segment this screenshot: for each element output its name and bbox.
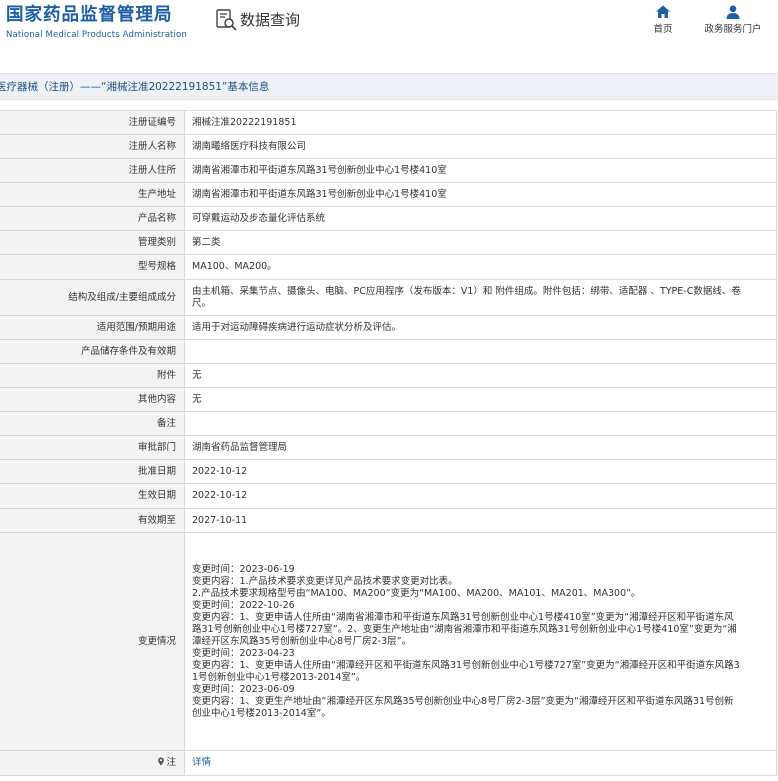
table-row: 注 详情 — [0, 750, 777, 776]
field-value: 由主机箱、采集节点、摄像头、电脑、PC应用程序（发布版本：V1）和 附件组成。附… — [184, 279, 777, 316]
change-line: 变更内容：1、变更生产地址由“湘潭经开区东风路35号创新创业中心8号厂房2-3层… — [192, 695, 734, 707]
field-value: 适用于对运动障碍疾病进行运动症状分析及评估。 — [184, 315, 777, 340]
home-icon — [656, 5, 670, 18]
field-value: 湖南省药品监督管理局 — [184, 435, 777, 460]
table-row: 其他内容 无 — [0, 387, 777, 412]
change-line: 2.产品技术要求规格型号由“MA100、MA200”变更为“MA100、MA20… — [192, 587, 641, 599]
field-value: 湖南曦络医疗科技有限公司 — [184, 134, 777, 159]
table-row: 审批部门 湖南省药品监督管理局 — [0, 435, 777, 460]
field-label: 结构及组成/主要组成成分 — [0, 279, 185, 316]
field-label: 管理类别 — [0, 230, 185, 255]
table-row: 适用范围/预期用途 适用于对运动障碍疾病进行运动症状分析及评估。 — [0, 315, 777, 340]
field-label: 型号规格 — [0, 254, 185, 280]
table-row: 型号规格 MA100、MA200。 — [0, 254, 777, 280]
field-value: 2027-10-11 — [184, 508, 777, 533]
site-header: 国家药品监督管理局 National Medical Products Admi… — [0, 0, 778, 62]
table-row: 附件 无 — [0, 363, 777, 388]
field-value: 2022-10-12 — [184, 459, 777, 484]
table-row: 注册人住所 湖南省湘潭市和平街道东风路31号创新创业中心1号楼410室 — [0, 158, 777, 183]
field-label: 附件 — [0, 363, 185, 388]
field-value: 无 — [184, 387, 777, 412]
table-row: 注册人名称 湖南曦络医疗科技有限公司 — [0, 134, 777, 159]
table-row: 产品名称 可穿戴运动及步态量化评估系统 — [0, 206, 777, 231]
field-label: 其他内容 — [0, 387, 185, 412]
field-value: 可穿戴运动及步态量化评估系统 — [184, 206, 777, 231]
table-row: 有效期至 2027-10-11 — [0, 508, 777, 533]
table-row: 备注 — [0, 411, 777, 436]
nav-gov-service-portal[interactable]: 政务服务门户 — [700, 4, 766, 36]
field-label: 审批部门 — [0, 435, 185, 460]
location-pin-icon — [158, 757, 165, 766]
table-row: 管理类别 第二类 — [0, 230, 777, 255]
details-link[interactable]: 详情 — [192, 757, 211, 768]
change-history: 变更时间：2023-06-19 变更内容：1.产品技术要求变更详见产品技术要求变… — [184, 532, 777, 751]
field-value: 湘械注准20222191851 — [184, 110, 777, 135]
table-row: 批准日期 2022-10-12 — [0, 459, 777, 484]
note-label-cell: 注 — [0, 750, 185, 776]
note-label: 注 — [166, 757, 176, 768]
field-label: 注册人名称 — [0, 134, 185, 159]
field-value: 湖南省湘潭市和平街道东风路31号创新创业中心1号楼410室 — [184, 158, 777, 183]
change-line: 1号创新创业中心1号楼2013-2014室”。 — [192, 671, 366, 683]
change-line: 潭经开区东风路35号创新创业中心8号厂房2-3层”。 — [192, 635, 412, 647]
breadcrumb-bar: 医疗器械（注册）——“湘械注准20222191851”基本信息 — [0, 73, 778, 100]
change-line: 变更时间：2022-10-26 — [192, 599, 295, 611]
user-icon — [726, 5, 740, 19]
field-label: 有效期至 — [0, 508, 185, 533]
field-value — [184, 339, 777, 364]
field-value: MA100、MA200。 — [184, 254, 777, 280]
change-line: 变更时间：2023-06-09 — [192, 683, 295, 695]
field-value: 湖南省湘潭市和平街道东风路31号创新创业中心1号楼410室 — [184, 182, 777, 207]
note-value: 详情 — [184, 750, 777, 776]
field-label: 备注 — [0, 411, 185, 436]
change-line: 变更内容：1、变更申请人住所由“湖南省湘潭市和平街道东风路31号创新创业中心1号… — [192, 611, 734, 623]
change-line: 路31号创新创业中心1号楼727室”。2、变更生产地址由“湖南省湘潭市和平街道东… — [192, 623, 737, 635]
table-row: 生产地址 湖南省湘潭市和平街道东风路31号创新创业中心1号楼410室 — [0, 182, 777, 207]
change-line: 变更时间：2023-04-23 — [192, 647, 295, 659]
change-line: 变更时间：2023-06-19 — [192, 563, 295, 575]
document-search-icon — [216, 9, 237, 31]
field-label: 批准日期 — [0, 459, 185, 484]
field-value-line: 由主机箱、采集节点、摄像头、电脑、PC应用程序（发布版本：V1）和 附件组成。附… — [192, 285, 741, 297]
data-query-label: 数据查询 — [240, 11, 301, 29]
field-value: 无 — [184, 363, 777, 388]
table-row: 变更情况 变更时间：2023-06-19 变更内容：1.产品技术要求变更详见产品… — [0, 532, 777, 751]
brand-title-cn: 国家药品监督管理局 — [6, 5, 173, 25]
breadcrumb: 医疗器械（注册）——“湘械注准20222191851”基本信息 — [0, 81, 270, 93]
change-line: 变更内容：1.产品技术要求变更详见产品技术要求变更对比表。 — [192, 575, 458, 587]
change-line: 变更内容：1、变更申请人住所由“湘潭经开区和平街道东风路31号创新创业中心1号楼… — [192, 659, 740, 671]
table-row: 结构及组成/主要组成成分 由主机箱、采集节点、摄像头、电脑、PC应用程序（发布版… — [0, 279, 777, 316]
change-line: 创业中心1号楼2013-2014室”。 — [192, 707, 331, 719]
field-label: 产品名称 — [0, 206, 185, 231]
field-value-line: 尺。 — [192, 297, 212, 309]
brand-title-en: National Medical Products Administration — [6, 30, 187, 40]
nav-portal-label: 政务服务门户 — [704, 24, 762, 35]
field-label: 注册人住所 — [0, 158, 185, 183]
site-logo[interactable]: 国家药品监督管理局 National Medical Products Admi… — [6, 5, 187, 41]
table-row: 产品储存条件及有效期 — [0, 339, 777, 364]
field-label: 产品储存条件及有效期 — [0, 339, 185, 364]
field-label: 适用范围/预期用途 — [0, 315, 185, 340]
table-row: 注册证编号 湘械注准20222191851 — [0, 110, 777, 135]
field-value: 2022-10-12 — [184, 483, 777, 509]
nav-home[interactable]: 首页 — [648, 4, 678, 36]
field-label: 变更情况 — [0, 532, 185, 751]
field-label: 生效日期 — [0, 483, 185, 509]
data-query-heading: 数据查询 — [214, 8, 300, 32]
nav-home-label: 首页 — [653, 24, 673, 35]
field-label: 生产地址 — [0, 182, 185, 207]
field-value — [184, 411, 777, 436]
table-row: 生效日期 2022-10-12 — [0, 483, 777, 509]
field-value: 第二类 — [184, 230, 777, 255]
field-label: 注册证编号 — [0, 110, 185, 135]
registration-detail-table: 注册证编号 湘械注准20222191851 注册人名称 湖南曦络医疗科技有限公司… — [0, 110, 777, 776]
